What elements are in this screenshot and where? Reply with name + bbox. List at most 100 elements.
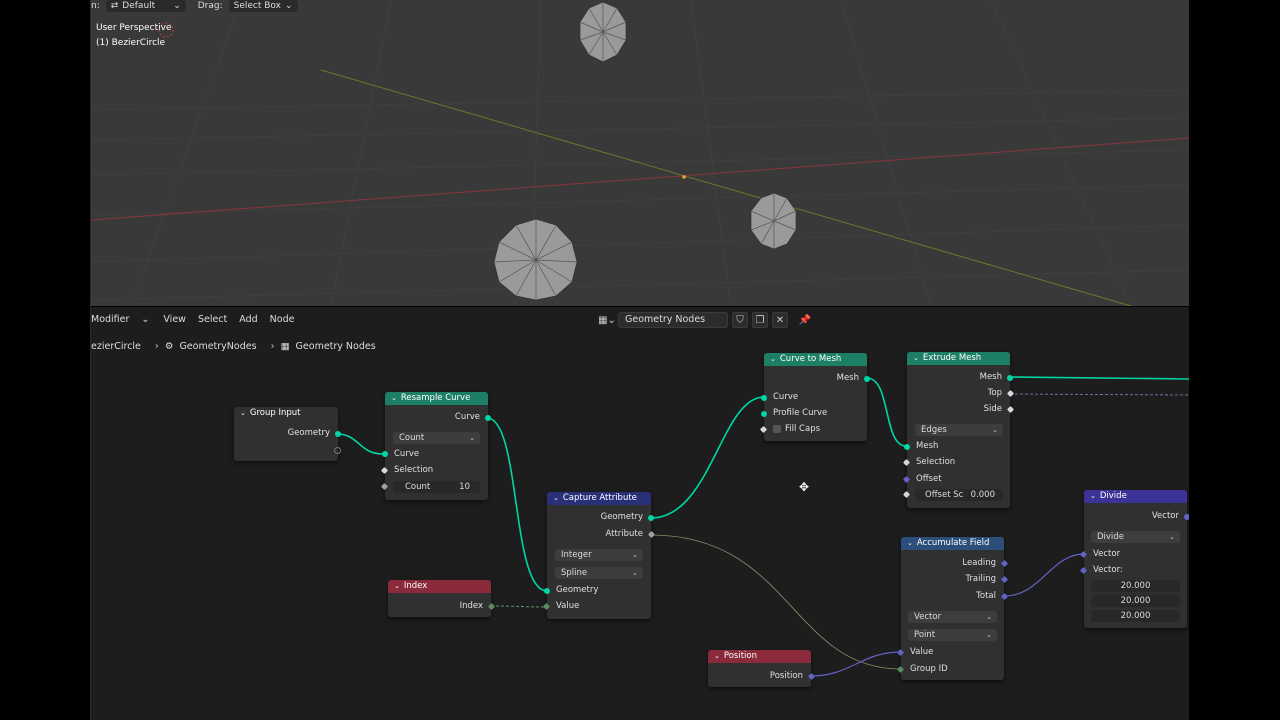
- drag-dropdown[interactable]: Select Box ⌄: [228, 0, 298, 12]
- node-title: Capture Attribute: [562, 493, 637, 503]
- drag-value: Select Box: [233, 1, 281, 11]
- pivot-value: Default: [122, 1, 156, 11]
- offset-scale-field[interactable]: Offset Sc 0.000: [915, 489, 1003, 501]
- node-index[interactable]: ⌄ Index Index: [388, 580, 496, 617]
- socket-empty-out[interactable]: [334, 447, 341, 454]
- node-group-input[interactable]: ⌄ Group Input Geometry: [234, 407, 341, 461]
- pivot-dropdown[interactable]: ⇄ Default ⌄: [105, 0, 186, 12]
- link-curve-to-mesh-extrude: [866, 377, 907, 447]
- node-header[interactable]: ⌄ Curve to Mesh: [764, 353, 867, 366]
- operation-dropdown[interactable]: Divide ⌄: [1091, 531, 1180, 543]
- chevron-down-icon: ⌄: [240, 409, 246, 417]
- socket-label-geometry-out: Geometry: [600, 512, 643, 522]
- socket-mesh-out[interactable]: [1007, 375, 1013, 381]
- socket-curve-out[interactable]: [485, 415, 491, 421]
- link-accumulate-divide: [1003, 553, 1085, 597]
- socket-geometry-in[interactable]: [544, 588, 550, 594]
- socket-geometry-out[interactable]: [335, 431, 341, 437]
- accumulate-domain-dropdown[interactable]: Point ⌄: [908, 629, 997, 641]
- node-title: Group Input: [249, 408, 301, 418]
- drag-label: Drag:: [197, 1, 223, 11]
- node-title: Accumulate Field: [916, 538, 990, 548]
- node-curve-to-mesh[interactable]: ⌄ Curve to Mesh Mesh Curve Profile Curve …: [759, 353, 870, 441]
- 3d-viewport[interactable]: n: ⇄ Default ⌄ Drag: Select Box ⌄ User P…: [91, 0, 1189, 306]
- chevron-down-icon: ⌄: [632, 551, 638, 559]
- socket-vector-out[interactable]: [1184, 514, 1189, 520]
- link-group-input-resample: [336, 433, 384, 455]
- fill-caps-label: Fill Caps: [785, 424, 821, 434]
- count-field[interactable]: Count 10: [393, 481, 480, 493]
- link-capture-curve-to-mesh: [650, 396, 765, 519]
- link-position-accumulate: [810, 651, 902, 677]
- socket-geometry-out[interactable]: [648, 515, 654, 521]
- checkbox-icon[interactable]: [773, 424, 781, 433]
- chevron-down-icon: ⌄: [632, 569, 638, 577]
- chevron-down-icon: ⌄: [714, 652, 720, 660]
- node-header[interactable]: ⌄ Extrude Mesh: [907, 352, 1010, 365]
- node-editor[interactable]: Modifier ⌄ View Select Add Node ▦⌄ Geome…: [91, 307, 1189, 720]
- socket-label-group-id: Group ID: [910, 664, 948, 674]
- vector-x-field[interactable]: 20.000: [1091, 580, 1180, 592]
- extrude-mode-dropdown[interactable]: Edges ⌄: [915, 424, 1003, 436]
- socket-label-geometry: Geometry: [287, 428, 330, 438]
- viewport-scene: [91, 0, 1189, 306]
- socket-label-mesh-out: Mesh: [836, 373, 859, 383]
- socket-curve-in[interactable]: [382, 451, 388, 457]
- chevron-down-icon: ⌄: [770, 355, 776, 363]
- offset-scale-label: Offset Sc: [925, 490, 964, 500]
- operation-value: Divide: [1097, 532, 1124, 542]
- chevron-down-icon: ⌄: [553, 494, 559, 502]
- socket-label-vector-in: Vector: [1093, 549, 1121, 559]
- link-index-capture: [490, 605, 548, 608]
- node-divide[interactable]: ⌄ Divide Vector Divide ⌄ Vector Vector: 20…: [1079, 490, 1189, 628]
- domain-dropdown[interactable]: Spline ⌄: [555, 567, 643, 579]
- chevron-down-icon: ⌄: [986, 613, 992, 621]
- node-header[interactable]: ⌄ Capture Attribute: [547, 492, 651, 505]
- socket-label-total: Total: [976, 591, 996, 601]
- socket-label-attribute-out: Attribute: [605, 529, 643, 539]
- active-object-name: (1) BezierCircle: [96, 38, 166, 48]
- mode-dropdown[interactable]: Count ⌄: [393, 432, 480, 444]
- node-capture-attribute[interactable]: ⌄ Capture Attribute Geometry Attribute In…: [542, 492, 656, 619]
- view-name: User Perspective: [96, 23, 172, 33]
- accumulate-type-dropdown[interactable]: Vector ⌄: [908, 611, 997, 623]
- node-title: Position: [723, 651, 757, 661]
- node-header[interactable]: ⌄ Accumulate Field: [901, 537, 1004, 550]
- extrude-mode-value: Edges: [921, 425, 947, 435]
- node-accumulate-field[interactable]: ⌄ Accumulate Field Leading Trailing Total…: [896, 537, 1009, 680]
- socket-label-position: Position: [769, 671, 803, 681]
- chevron-down-icon: ⌄: [394, 582, 400, 590]
- node-extrude-mesh[interactable]: ⌄ Extrude Mesh Mesh Top Side Edges ⌄ Mesh …: [902, 352, 1015, 508]
- socket-label-side-out: Side: [983, 404, 1002, 414]
- vector-y-field[interactable]: 20.000: [1091, 595, 1180, 607]
- socket-label-curve-in: Curve: [773, 392, 799, 402]
- socket-label-vector2-in: Vector:: [1093, 565, 1123, 575]
- socket-label-index: Index: [459, 601, 483, 611]
- offset-scale-value: 0.000: [970, 490, 995, 500]
- move-cursor-icon: ✥: [799, 480, 810, 494]
- socket-label-mesh-in: Mesh: [916, 441, 939, 451]
- node-title: Divide: [1099, 491, 1127, 501]
- count-value: 10: [459, 482, 470, 492]
- chevron-down-icon: ⌄: [391, 394, 397, 402]
- fill-caps-checkbox[interactable]: Fill Caps: [773, 422, 820, 436]
- data-type-dropdown[interactable]: Integer ⌄: [555, 549, 643, 561]
- socket-mesh-out[interactable]: [864, 376, 870, 382]
- chevron-down-icon: ⌄: [173, 1, 181, 11]
- node-header[interactable]: ⌄ Index: [388, 580, 491, 593]
- node-header[interactable]: ⌄ Resample Curve: [385, 392, 488, 405]
- socket-curve-in[interactable]: [761, 395, 767, 401]
- node-resample-curve[interactable]: ⌄ Resample Curve Curve Count ⌄ Curve Selec…: [380, 392, 491, 500]
- node-position[interactable]: ⌄ Position Position: [708, 650, 816, 687]
- chevron-down-icon: ⌄: [1169, 533, 1175, 541]
- node-header[interactable]: ⌄ Divide: [1084, 490, 1187, 503]
- socket-label-selection-in: Selection: [916, 457, 956, 467]
- socket-profile-in[interactable]: [761, 411, 767, 417]
- node-header[interactable]: ⌄ Position: [708, 650, 811, 663]
- node-header[interactable]: ⌄ Group Input: [234, 407, 338, 420]
- socket-label-mesh-out: Mesh: [979, 372, 1002, 382]
- node-title: Resample Curve: [400, 393, 471, 403]
- socket-mesh-in[interactable]: [904, 444, 910, 450]
- node-title: Extrude Mesh: [922, 353, 982, 363]
- vector-z-field[interactable]: 20.000: [1091, 610, 1180, 622]
